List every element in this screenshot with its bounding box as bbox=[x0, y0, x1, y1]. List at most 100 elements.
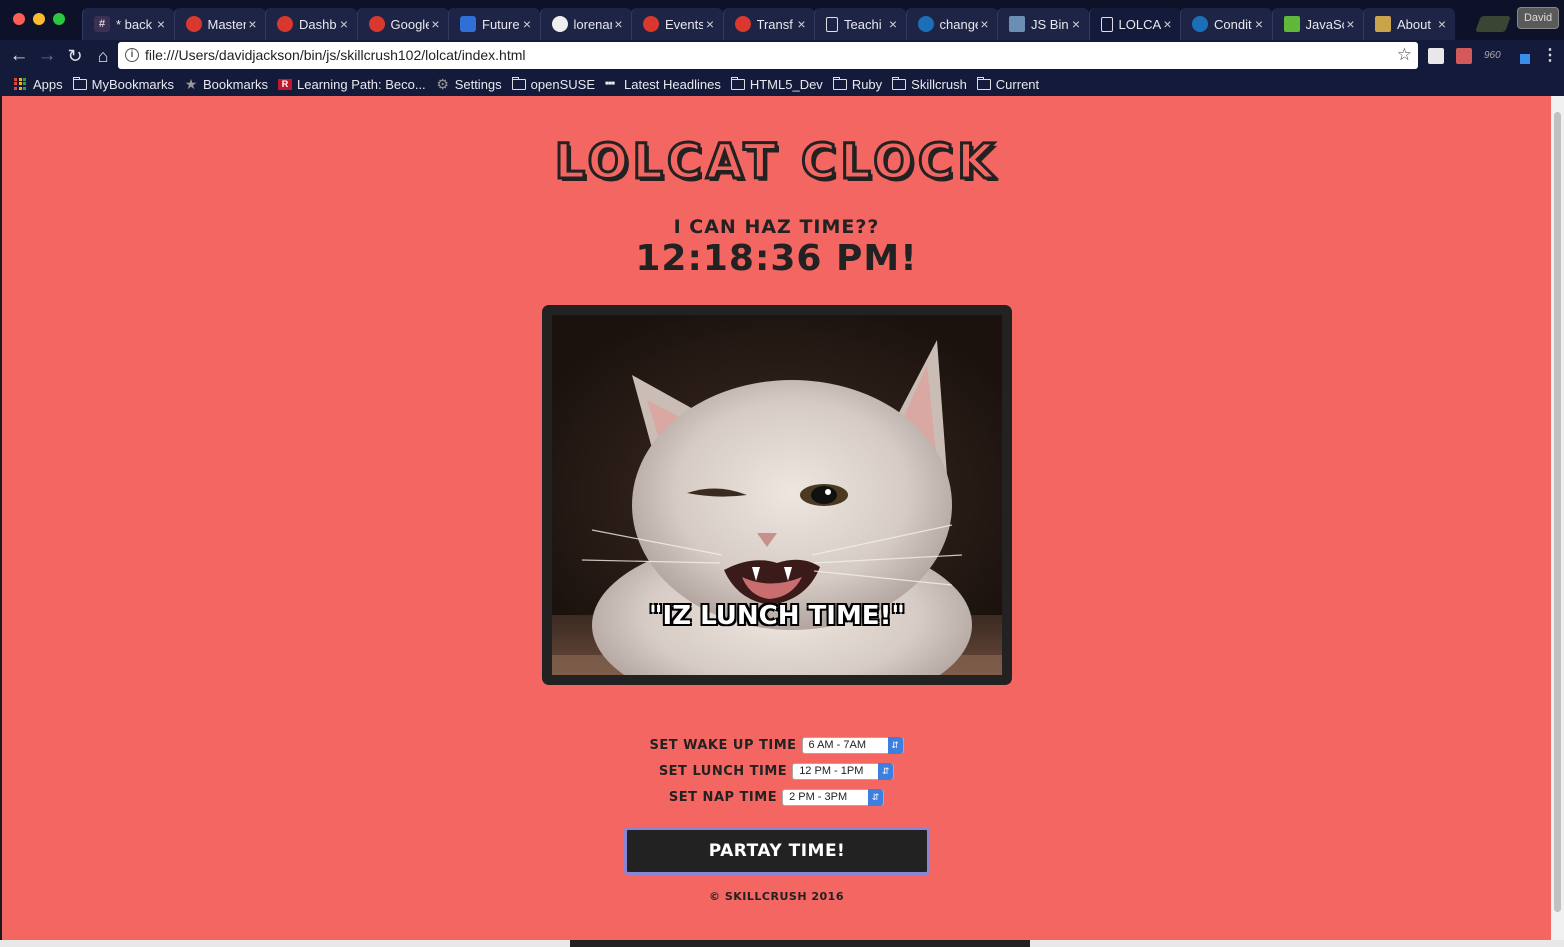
bookmark-item[interactable]: openSUSE bbox=[511, 76, 595, 92]
wake-up-time-value: 6 AM - 7AM bbox=[808, 739, 866, 751]
tab-title: Teachi bbox=[844, 16, 882, 32]
tab-list: # * back × Master × Dashb × Google × Future × loren… bbox=[82, 8, 1455, 40]
bookmark-item[interactable]: Skillcrush bbox=[892, 76, 967, 92]
tab-close-icon[interactable]: × bbox=[886, 16, 900, 32]
partay-time-button[interactable]: PARTAY TIME! bbox=[624, 827, 930, 875]
window-close-button[interactable] bbox=[13, 13, 25, 25]
browser-tab[interactable]: # * back × bbox=[82, 8, 174, 40]
clock-display: 12:18:36 PM! bbox=[635, 238, 918, 279]
bookmark-label: Ruby bbox=[851, 76, 883, 92]
bbc-icon: ■■■ bbox=[605, 80, 615, 87]
extension-icon[interactable] bbox=[1514, 48, 1530, 64]
page-scrollbar[interactable] bbox=[1551, 96, 1564, 940]
window-maximize-button[interactable] bbox=[53, 13, 65, 25]
browser-tab[interactable]: Events × bbox=[631, 8, 723, 40]
url-text: file:///Users/davidjackson/bin/js/skillc… bbox=[145, 47, 526, 63]
nap-time-setting: SET NAP TIME 2 PM - 3PM ⇵ bbox=[2, 789, 1551, 806]
browser-toolbar: ← → ↻ ⌂ i file:///Users/davidjackson/bin… bbox=[0, 40, 1564, 72]
red-app-icon bbox=[368, 16, 385, 32]
tab-close-icon[interactable]: × bbox=[1069, 16, 1083, 32]
python-icon bbox=[1375, 16, 1391, 32]
lunch-time-setting: SET LUNCH TIME 12 PM - 1PM ⇵ bbox=[2, 763, 1551, 780]
extension-icon[interactable] bbox=[1456, 48, 1472, 64]
browser-tab[interactable]: JavaSc× bbox=[1272, 8, 1364, 40]
tab-close-icon[interactable]: × bbox=[1344, 16, 1358, 32]
browser-tab[interactable]: Condit × bbox=[1180, 8, 1272, 40]
tab-title: Master bbox=[207, 16, 246, 32]
tab-title: change bbox=[939, 16, 978, 32]
lunch-time-label: SET LUNCH TIME bbox=[658, 764, 788, 779]
tab-close-icon[interactable]: × bbox=[429, 16, 443, 32]
browser-tab[interactable]: About × bbox=[1363, 8, 1455, 40]
bookmark-item[interactable]: ⚙ Settings bbox=[436, 76, 502, 92]
browser-tab[interactable]: Teachi × bbox=[814, 8, 906, 40]
tab-close-icon[interactable]: × bbox=[337, 16, 351, 32]
window-minimize-button[interactable] bbox=[33, 13, 45, 25]
back-arrow-icon[interactable]: ← bbox=[7, 44, 31, 68]
image-caption: "IZ LUNCH TIME!" bbox=[649, 601, 905, 631]
tab-title: About bbox=[1397, 16, 1431, 32]
address-bar[interactable]: i file:///Users/davidjackson/bin/js/skil… bbox=[118, 42, 1418, 69]
extension-icon[interactable] bbox=[1428, 48, 1444, 64]
browser-tab[interactable]: lorenar × bbox=[540, 8, 632, 40]
confluence-icon bbox=[1192, 16, 1208, 32]
tab-close-icon[interactable]: × bbox=[612, 16, 626, 32]
tab-close-icon[interactable]: × bbox=[978, 16, 992, 32]
bookmark-item[interactable]: ■■■ Latest Headlines bbox=[605, 77, 721, 92]
slides-icon bbox=[460, 16, 476, 32]
wake-up-time-select[interactable]: 6 AM - 7AM ⇵ bbox=[801, 737, 904, 754]
tab-close-icon[interactable]: × bbox=[1161, 16, 1175, 32]
tab-close-icon[interactable]: × bbox=[1252, 16, 1266, 32]
bookmark-label: Current bbox=[995, 76, 1040, 92]
menu-kebab-icon[interactable]: ⋮ bbox=[1542, 45, 1558, 65]
bookmark-star-icon[interactable]: ☆ bbox=[1397, 45, 1412, 65]
red-app-icon bbox=[643, 16, 659, 32]
tab-close-icon[interactable]: × bbox=[795, 16, 809, 32]
extension-960-icon[interactable]: 960 bbox=[1484, 48, 1502, 64]
bookmarks-bar: Apps MyBookmarks ★ Bookmarks R Learning Path:… bbox=[0, 72, 1564, 96]
nap-time-value: 2 PM - 3PM bbox=[789, 791, 848, 803]
nap-time-select[interactable]: 2 PM - 3PM ⇵ bbox=[782, 789, 885, 806]
nap-time-label: SET NAP TIME bbox=[668, 790, 778, 805]
red-app-icon bbox=[734, 16, 751, 32]
scrollbar-thumb[interactable] bbox=[1554, 112, 1561, 912]
bookmark-item[interactable]: Apps bbox=[14, 77, 63, 92]
browser-tab[interactable]: LOLCA × bbox=[1089, 8, 1181, 40]
forward-arrow-icon[interactable]: → bbox=[35, 44, 59, 68]
bookmark-item[interactable]: ★ Bookmarks bbox=[184, 77, 268, 92]
reload-icon[interactable]: ↻ bbox=[63, 44, 87, 68]
bookmark-item[interactable]: HTML5_Dev bbox=[730, 76, 823, 92]
new-tab-button[interactable] bbox=[1475, 16, 1511, 32]
bookmark-item[interactable]: Current bbox=[976, 76, 1040, 92]
folder-icon bbox=[892, 76, 907, 90]
bookmark-item[interactable]: Ruby bbox=[832, 76, 883, 92]
select-stepper-icon: ⇵ bbox=[878, 763, 894, 780]
home-icon[interactable]: ⌂ bbox=[91, 44, 115, 68]
tab-title: Condit bbox=[1214, 16, 1252, 32]
profile-button[interactable]: David bbox=[1517, 7, 1559, 29]
browser-tab[interactable]: Google × bbox=[357, 8, 449, 40]
browser-tab[interactable]: Future × bbox=[448, 8, 540, 40]
browser-tab[interactable]: Dashb × bbox=[265, 8, 357, 40]
tab-close-icon[interactable]: × bbox=[154, 16, 168, 32]
lunch-time-value: 12 PM - 1PM bbox=[799, 765, 864, 777]
browser-tab[interactable]: JS Bin × bbox=[997, 8, 1089, 40]
bookmark-label: Settings bbox=[454, 76, 502, 92]
bookmark-item[interactable]: MyBookmarks bbox=[72, 76, 174, 92]
tab-title: LOLCA bbox=[1118, 16, 1161, 32]
bookmark-item[interactable]: R Learning Path: Beco... bbox=[278, 77, 426, 92]
bookmark-label: Latest Headlines bbox=[624, 76, 721, 92]
browser-tab[interactable]: Transf × bbox=[723, 8, 815, 40]
tab-close-icon[interactable]: × bbox=[703, 16, 717, 32]
tab-title: Transf bbox=[756, 16, 793, 32]
tab-title: lorenar bbox=[573, 16, 612, 32]
browser-tab[interactable]: change× bbox=[906, 8, 998, 40]
tab-close-icon[interactable]: × bbox=[246, 16, 260, 32]
tab-close-icon[interactable]: × bbox=[1435, 16, 1449, 32]
page-info-icon[interactable]: i bbox=[125, 48, 139, 62]
browser-tab[interactable]: Master × bbox=[174, 8, 266, 40]
page-viewport: LOLCAT CLOCK I CAN HAZ TIME?? 12:18:36 P… bbox=[2, 96, 1551, 940]
bookmark-label: openSUSE bbox=[530, 76, 595, 92]
lunch-time-select[interactable]: 12 PM - 1PM ⇵ bbox=[792, 763, 895, 780]
tab-close-icon[interactable]: × bbox=[520, 16, 534, 32]
